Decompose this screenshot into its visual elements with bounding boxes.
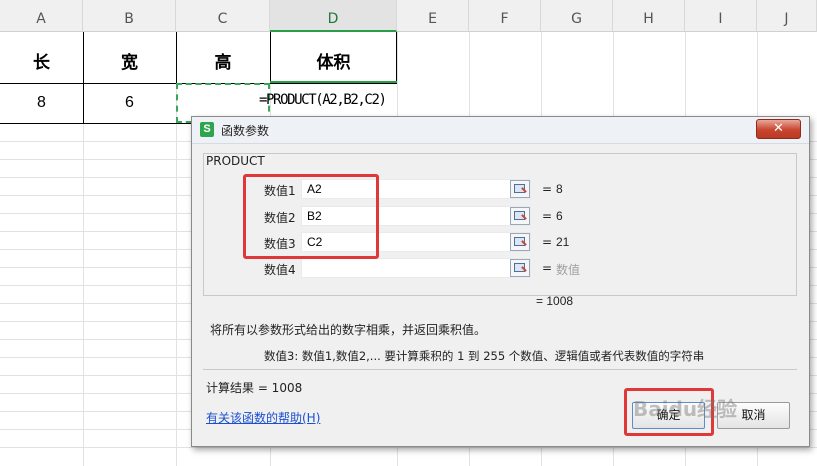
function-name: PRODUCT — [206, 154, 265, 168]
arg1-equals: = — [542, 182, 553, 196]
arg1-collapse-button[interactable] — [510, 180, 530, 198]
column-header-f[interactable]: F — [469, 0, 541, 32]
column-header-c[interactable]: C — [176, 0, 270, 32]
arg3-collapse-button[interactable] — [510, 233, 530, 251]
table-border — [0, 123, 192, 124]
watermark-logo: Baidu经验 — [633, 397, 738, 421]
column-header-j[interactable]: J — [757, 0, 817, 32]
close-icon: ✕ — [773, 121, 784, 136]
divider — [203, 369, 797, 370]
column-header-e[interactable]: E — [397, 0, 469, 32]
cell-formula: =PRODUCT(A2,B2,C2) — [259, 92, 387, 108]
column-header-b[interactable]: B — [83, 0, 176, 32]
function-help-link[interactable]: 有关该函数的帮助(H) — [206, 409, 320, 426]
cell-d1[interactable]: 体积 — [270, 48, 397, 73]
parameter-description: 数值3: 数值1,数值2,... 要计算乘积的 1 到 255 个数值、逻辑值或… — [264, 349, 705, 363]
cell-b2[interactable]: 6 — [83, 94, 176, 112]
function-total-result: = 1008 — [536, 294, 574, 308]
column-header-a[interactable]: A — [0, 0, 83, 32]
calculation-result: 计算结果 = 1008 — [206, 381, 303, 395]
close-button[interactable]: ✕ — [756, 119, 801, 139]
arg4-equals: = — [542, 261, 553, 275]
cell-a1[interactable]: 长 — [0, 48, 83, 73]
arg3-result: 21 — [556, 235, 570, 249]
arg4-label: 数值4 — [264, 263, 296, 277]
arg4-collapse-button[interactable] — [510, 259, 530, 277]
arg2-result: 6 — [556, 209, 563, 223]
function-description: 将所有以参数形式给出的数字相乘，并返回乘积值。 — [210, 323, 487, 337]
cell-b1[interactable]: 宽 — [83, 48, 176, 73]
dialog-title: 函数参数 — [221, 124, 270, 138]
arg2-collapse-button[interactable] — [510, 207, 530, 225]
dialog-titlebar[interactable]: S 函数参数 ✕ — [192, 117, 809, 144]
annotation-highlight-args — [243, 174, 379, 259]
arg3-equals: = — [542, 235, 553, 249]
app-logo-icon: S — [200, 122, 214, 137]
column-header-i[interactable]: I — [685, 0, 757, 32]
column-header-g[interactable]: G — [541, 0, 613, 32]
arg4-result-placeholder: 数值 — [556, 263, 581, 277]
arg1-result: 8 — [556, 182, 563, 196]
gridline — [0, 447, 817, 448]
arg2-equals: = — [542, 209, 553, 223]
arg4-input[interactable] — [301, 258, 531, 278]
cell-c1[interactable]: 高 — [176, 48, 270, 73]
column-header-h[interactable]: H — [613, 0, 685, 32]
column-header-d[interactable]: D — [270, 0, 397, 32]
cell-a2[interactable]: 8 — [0, 94, 83, 112]
